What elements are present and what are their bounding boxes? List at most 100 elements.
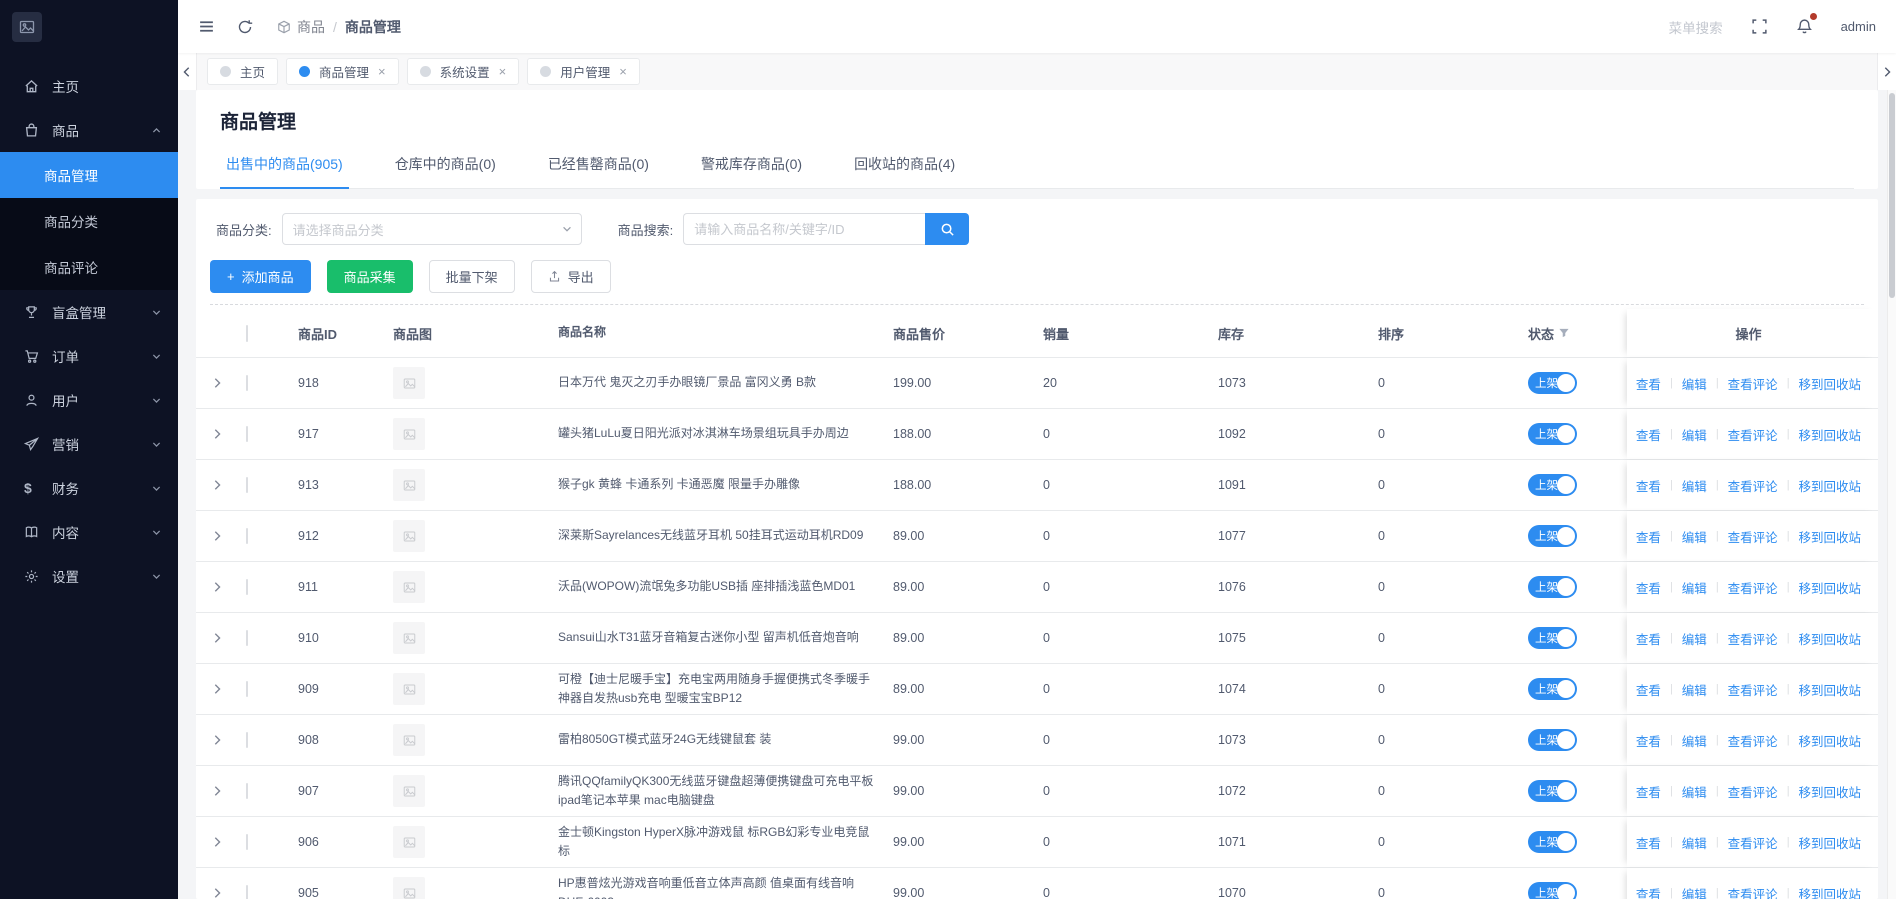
category-select[interactable]: 请选择商品分类 xyxy=(281,213,582,245)
row-action-move-to-recycle[interactable]: 移到回收站 xyxy=(1799,782,1862,801)
status-toggle[interactable]: 上架 xyxy=(1528,576,1577,598)
goods-search-input[interactable] xyxy=(683,213,926,245)
row-action-view-comments[interactable]: 查看评论 xyxy=(1728,476,1778,495)
window-tab-home[interactable]: 主页 xyxy=(207,58,279,85)
sidebar-item-goods-comments[interactable]: 商品评论 xyxy=(0,244,178,290)
row-action-edit[interactable]: 编辑 xyxy=(1682,782,1707,801)
row-action-view-comments[interactable]: 查看评论 xyxy=(1728,884,1778,899)
window-tab-goods-manage[interactable]: 商品管理 × xyxy=(286,58,399,85)
row-action-move-to-recycle[interactable]: 移到回收站 xyxy=(1799,527,1862,546)
row-action-move-to-recycle[interactable]: 移到回收站 xyxy=(1799,578,1862,597)
row-action-move-to-recycle[interactable]: 移到回收站 xyxy=(1799,629,1862,648)
status-toggle[interactable]: 上架 xyxy=(1528,882,1577,899)
tab-low-stock[interactable]: 警戒库存商品(0) xyxy=(695,154,808,188)
row-action-view[interactable]: 查看 xyxy=(1636,833,1661,852)
row-action-view-comments[interactable]: 查看评论 xyxy=(1728,374,1778,393)
row-expand-icon[interactable] xyxy=(196,428,246,440)
row-action-edit[interactable]: 编辑 xyxy=(1682,476,1707,495)
hamburger-menu-icon[interactable] xyxy=(198,18,215,35)
row-action-view[interactable]: 查看 xyxy=(1636,374,1661,393)
export-button[interactable]: 导出 xyxy=(530,260,611,293)
tab-sold-out[interactable]: 已经售罄商品(0) xyxy=(542,154,655,188)
status-toggle[interactable]: 上架 xyxy=(1528,474,1577,496)
row-action-edit[interactable]: 编辑 xyxy=(1682,833,1707,852)
row-action-move-to-recycle[interactable]: 移到回收站 xyxy=(1799,374,1862,393)
row-action-view-comments[interactable]: 查看评论 xyxy=(1728,782,1778,801)
status-toggle[interactable]: 上架 xyxy=(1528,831,1577,853)
row-checkbox[interactable] xyxy=(246,579,248,595)
row-action-view-comments[interactable]: 查看评论 xyxy=(1728,425,1778,444)
row-action-edit[interactable]: 编辑 xyxy=(1682,425,1707,444)
row-checkbox[interactable] xyxy=(246,834,248,850)
row-action-view-comments[interactable]: 查看评论 xyxy=(1728,578,1778,597)
tabs-scroll-right-icon[interactable] xyxy=(1877,53,1896,90)
status-toggle[interactable]: 上架 xyxy=(1528,525,1577,547)
status-toggle[interactable]: 上架 xyxy=(1528,423,1577,445)
row-action-edit[interactable]: 编辑 xyxy=(1682,884,1707,899)
user-menu[interactable]: admin xyxy=(1841,19,1876,34)
row-action-view[interactable]: 查看 xyxy=(1636,680,1661,699)
row-expand-icon[interactable] xyxy=(196,836,246,848)
row-expand-icon[interactable] xyxy=(196,530,246,542)
sidebar-item-goods-category[interactable]: 商品分类 xyxy=(0,198,178,244)
row-action-view[interactable]: 查看 xyxy=(1636,578,1661,597)
sidebar-item-settings[interactable]: 设置 xyxy=(0,554,178,598)
row-action-view-comments[interactable]: 查看评论 xyxy=(1728,680,1778,699)
row-action-move-to-recycle[interactable]: 移到回收站 xyxy=(1799,476,1862,495)
row-action-view-comments[interactable]: 查看评论 xyxy=(1728,527,1778,546)
batch-off-shelf-button[interactable]: 批量下架 xyxy=(428,260,515,293)
status-toggle[interactable]: 上架 xyxy=(1528,678,1577,700)
close-icon[interactable]: × xyxy=(499,65,507,78)
add-goods-button[interactable]: + 添加商品 xyxy=(210,260,311,293)
row-expand-icon[interactable] xyxy=(196,632,246,644)
status-toggle[interactable]: 上架 xyxy=(1528,780,1577,802)
row-expand-icon[interactable] xyxy=(196,581,246,593)
close-icon[interactable]: × xyxy=(619,65,627,78)
row-checkbox[interactable] xyxy=(246,732,248,748)
sidebar-item-content[interactable]: 内容 xyxy=(0,510,178,554)
row-action-edit[interactable]: 编辑 xyxy=(1682,731,1707,750)
row-action-move-to-recycle[interactable]: 移到回收站 xyxy=(1799,425,1862,444)
sidebar-item-marketing[interactable]: 营销 xyxy=(0,422,178,466)
row-action-view[interactable]: 查看 xyxy=(1636,629,1661,648)
window-tab-user-manage[interactable]: 用户管理 × xyxy=(527,58,640,85)
row-action-edit[interactable]: 编辑 xyxy=(1682,629,1707,648)
sidebar-item-home[interactable]: 主页 xyxy=(0,64,178,108)
status-toggle[interactable]: 上架 xyxy=(1528,372,1577,394)
vertical-scrollbar[interactable] xyxy=(1887,90,1896,899)
row-action-view[interactable]: 查看 xyxy=(1636,425,1661,444)
row-action-move-to-recycle[interactable]: 移到回收站 xyxy=(1799,833,1862,852)
sidebar-item-orders[interactable]: 订单 xyxy=(0,334,178,378)
row-expand-icon[interactable] xyxy=(196,683,246,695)
tab-in-warehouse[interactable]: 仓库中的商品(0) xyxy=(389,154,502,188)
sidebar-item-finance[interactable]: $ 财务 xyxy=(0,466,178,510)
row-action-view-comments[interactable]: 查看评论 xyxy=(1728,731,1778,750)
window-tab-system-settings[interactable]: 系统设置 × xyxy=(406,58,520,85)
row-expand-icon[interactable] xyxy=(196,377,246,389)
row-expand-icon[interactable] xyxy=(196,479,246,491)
fullscreen-icon[interactable] xyxy=(1751,18,1768,35)
status-toggle[interactable]: 上架 xyxy=(1528,627,1577,649)
row-action-move-to-recycle[interactable]: 移到回收站 xyxy=(1799,680,1862,699)
sidebar-item-blindbox[interactable]: 盲盒管理 xyxy=(0,290,178,334)
row-action-edit[interactable]: 编辑 xyxy=(1682,680,1707,699)
row-action-view[interactable]: 查看 xyxy=(1636,884,1661,899)
row-action-view[interactable]: 查看 xyxy=(1636,527,1661,546)
row-checkbox[interactable] xyxy=(246,681,248,697)
row-action-view[interactable]: 查看 xyxy=(1636,782,1661,801)
row-checkbox[interactable] xyxy=(246,783,248,799)
tabs-scroll-left-icon[interactable] xyxy=(178,53,197,90)
sidebar-item-users[interactable]: 用户 xyxy=(0,378,178,422)
row-checkbox[interactable] xyxy=(246,528,248,544)
refresh-icon[interactable] xyxy=(237,19,253,35)
row-action-view-comments[interactable]: 查看评论 xyxy=(1728,833,1778,852)
row-checkbox[interactable] xyxy=(246,885,248,899)
breadcrumb-section[interactable]: 商品 xyxy=(277,17,325,37)
sidebar-item-goods-manage[interactable]: 商品管理 xyxy=(0,152,178,198)
row-action-edit[interactable]: 编辑 xyxy=(1682,374,1707,393)
row-checkbox[interactable] xyxy=(246,426,248,442)
row-action-view[interactable]: 查看 xyxy=(1636,731,1661,750)
row-checkbox[interactable] xyxy=(246,375,248,391)
row-action-view-comments[interactable]: 查看评论 xyxy=(1728,629,1778,648)
row-checkbox[interactable] xyxy=(246,630,248,646)
